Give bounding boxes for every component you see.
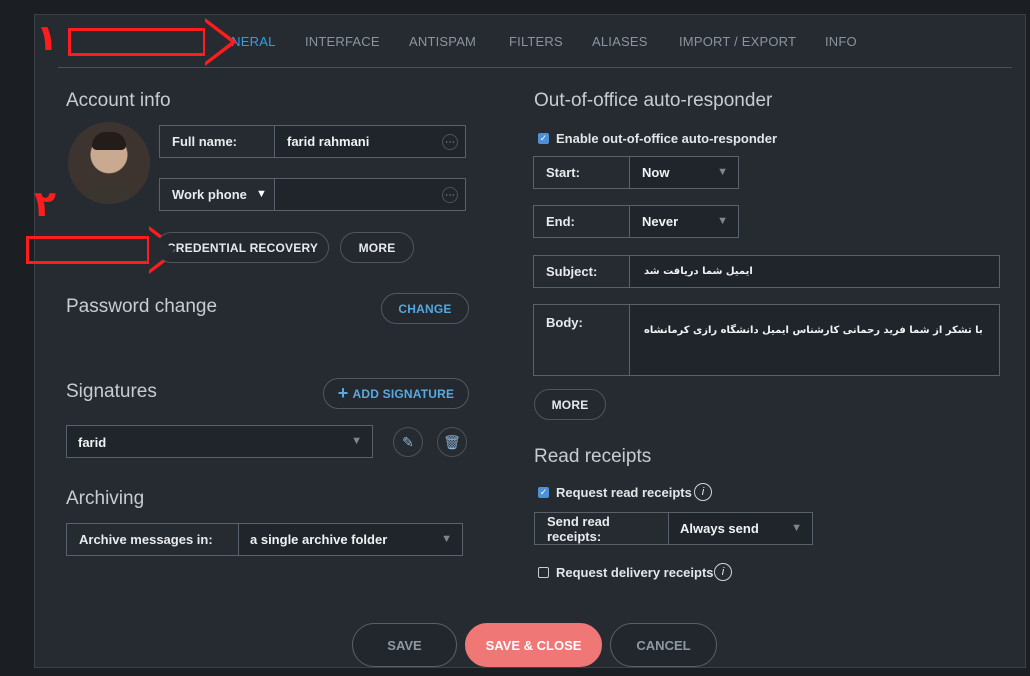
auto-responder-more-button[interactable]: MORE bbox=[534, 389, 606, 420]
send-read-receipts-value[interactable]: Always send bbox=[680, 513, 759, 544]
phone-type-chevron-icon[interactable]: ▼ bbox=[256, 188, 267, 200]
end-chevron-icon: ▼ bbox=[717, 215, 728, 227]
tab-aliases[interactable]: ALIASES bbox=[592, 34, 648, 49]
annotation-number-two: ٢ bbox=[34, 184, 56, 225]
signature-selected-value: farid bbox=[78, 435, 107, 450]
send-read-receipts-field[interactable]: Send read receipts: Always send ▼ bbox=[534, 512, 813, 545]
save-button[interactable]: SAVE bbox=[352, 623, 457, 667]
signatures-title: Signatures bbox=[66, 381, 157, 402]
start-date-field[interactable]: Start: Now ▼ bbox=[533, 156, 739, 189]
request-read-receipts-label: Request read receipts bbox=[556, 485, 692, 500]
request-delivery-receipts-label: Request delivery receipts bbox=[556, 565, 714, 580]
plus-icon: + bbox=[337, 383, 349, 403]
add-signature-label: ADD SIGNATURE bbox=[352, 386, 455, 401]
full-name-label: Full name: bbox=[160, 126, 275, 157]
body-field[interactable]: Body: با تشکر از شما فرید رحمانی کارشناس… bbox=[533, 304, 1000, 376]
account-more-button[interactable]: MORE bbox=[340, 232, 414, 263]
body-value[interactable]: با تشکر از شما فرید رحمانی کارشناس ایمیل… bbox=[644, 321, 983, 339]
delete-signature-icon[interactable]: 🗑 bbox=[437, 427, 467, 457]
end-date-field[interactable]: End: Never ▼ bbox=[533, 205, 739, 238]
tab-interface[interactable]: INTERFACE bbox=[305, 34, 380, 49]
cancel-button[interactable]: CANCEL bbox=[610, 623, 717, 667]
request-delivery-receipts-checkbox[interactable] bbox=[538, 567, 549, 578]
password-change-title: Password change bbox=[66, 296, 218, 317]
start-value[interactable]: Now bbox=[642, 157, 669, 188]
start-label: Start: bbox=[534, 157, 630, 188]
phone-options-icon[interactable]: ⋯ bbox=[442, 187, 458, 203]
subject-label: Subject: bbox=[534, 256, 630, 287]
subject-field[interactable]: Subject: ایمیل شما دریافت شد bbox=[533, 255, 1000, 288]
annotation-number-one: ١ bbox=[36, 18, 58, 59]
tab-info[interactable]: INFO bbox=[825, 34, 857, 49]
read-receipts-info-icon[interactable]: i bbox=[694, 483, 712, 501]
delivery-receipts-info-icon[interactable]: i bbox=[714, 563, 732, 581]
tab-filters[interactable]: FILTERS bbox=[509, 34, 563, 49]
add-signature-button[interactable]: + ADD SIGNATURE bbox=[323, 378, 469, 409]
change-password-button[interactable]: CHANGE bbox=[381, 293, 469, 324]
account-info-title: Account info bbox=[66, 90, 171, 111]
enable-auto-responder-checkbox[interactable]: ✓ bbox=[538, 133, 549, 144]
read-receipts-title: Read receipts bbox=[534, 446, 652, 467]
full-name-options-icon[interactable]: ⋯ bbox=[442, 134, 458, 150]
full-name-field[interactable]: Full name: farid rahmani ⋯ bbox=[159, 125, 466, 158]
archive-value[interactable]: a single archive folder bbox=[250, 524, 387, 555]
full-name-value[interactable]: farid rahmani bbox=[287, 126, 369, 157]
end-label: End: bbox=[534, 206, 630, 237]
red-arrow-credential-recovery bbox=[26, 226, 181, 274]
body-label: Body: bbox=[534, 305, 630, 375]
signature-chevron-icon: ▼ bbox=[351, 435, 362, 447]
send-read-receipts-label: Send read receipts: bbox=[535, 513, 669, 544]
subject-value[interactable]: ایمیل شما دریافت شد bbox=[644, 256, 753, 287]
work-phone-field[interactable]: Work phone ▼ ⋯ bbox=[159, 178, 466, 211]
start-chevron-icon: ▼ bbox=[717, 166, 728, 178]
user-avatar bbox=[68, 122, 150, 204]
archive-location-field[interactable]: Archive messages in: a single archive fo… bbox=[66, 523, 463, 556]
archiving-title: Archiving bbox=[66, 488, 145, 509]
out-of-office-title: Out-of-office auto-responder bbox=[534, 90, 773, 111]
request-read-receipts-checkbox[interactable]: ✓ bbox=[538, 487, 549, 498]
archive-chevron-icon: ▼ bbox=[441, 533, 452, 545]
end-value[interactable]: Never bbox=[642, 206, 678, 237]
enable-auto-responder-label: Enable out-of-office auto-responder bbox=[556, 131, 777, 146]
send-receipts-chevron-icon: ▼ bbox=[791, 522, 802, 534]
archive-label: Archive messages in: bbox=[67, 524, 239, 555]
edit-signature-icon[interactable]: ✎ bbox=[393, 427, 423, 457]
tab-antispam[interactable]: ANTISPAM bbox=[409, 34, 476, 49]
credential-recovery-button[interactable]: CREDENTIAL RECOVERY bbox=[156, 232, 329, 263]
signature-select[interactable]: farid ▼ bbox=[66, 425, 373, 458]
save-and-close-button[interactable]: SAVE & CLOSE bbox=[465, 623, 602, 667]
tab-import-export[interactable]: IMPORT / EXPORT bbox=[679, 34, 796, 49]
red-arrow-general bbox=[68, 18, 237, 66]
